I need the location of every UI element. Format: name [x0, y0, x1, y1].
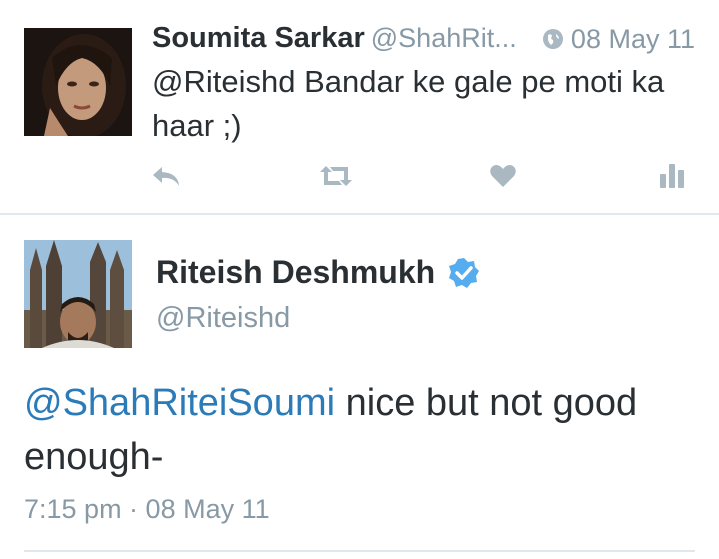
woman-portrait-avatar — [24, 28, 132, 136]
tweet-divider — [0, 213, 719, 215]
author-avatar[interactable] — [24, 28, 132, 136]
tweet-text: @Riteishd Bandar ke gale pe moti ka haar… — [152, 64, 665, 143]
analytics-button[interactable] — [656, 160, 688, 192]
tweet-timestamp: 7:15 pm · 08 May 11 — [24, 494, 270, 524]
bottom-divider — [24, 550, 695, 552]
globe-icon — [542, 29, 563, 49]
retweet-icon — [320, 166, 352, 186]
reply-button[interactable] — [148, 160, 184, 192]
tweet-date-text: 08 May 11 — [570, 24, 695, 54]
retweet-button[interactable] — [316, 160, 356, 192]
author-name[interactable]: Soumita Sarkar — [152, 22, 365, 54]
reply-icon — [153, 167, 179, 186]
author-handle[interactable]: @Riteishd — [156, 302, 290, 335]
tweet-header: Soumita Sarkar @ShahRit... 08 May 11 — [152, 22, 695, 62]
mention-link[interactable]: @ShahRiteiSoumi — [24, 382, 335, 424]
like-button[interactable] — [488, 160, 518, 192]
author-avatar[interactable] — [24, 240, 132, 348]
tweet-text: @ShahRiteiSoumi nice but not good enough… — [24, 376, 704, 484]
man-cathedral-selfie-avatar — [24, 240, 132, 348]
tweet-date[interactable]: 08 May 11 — [541, 24, 695, 55]
stats-icon — [660, 164, 684, 188]
author-handle[interactable]: @ShahRit... — [371, 23, 517, 53]
author-name[interactable]: Riteish Deshmukh — [156, 254, 435, 290]
author-name-row: Riteish Deshmukh — [156, 254, 480, 291]
like-icon — [490, 165, 516, 187]
verified-badge-icon — [448, 257, 479, 288]
